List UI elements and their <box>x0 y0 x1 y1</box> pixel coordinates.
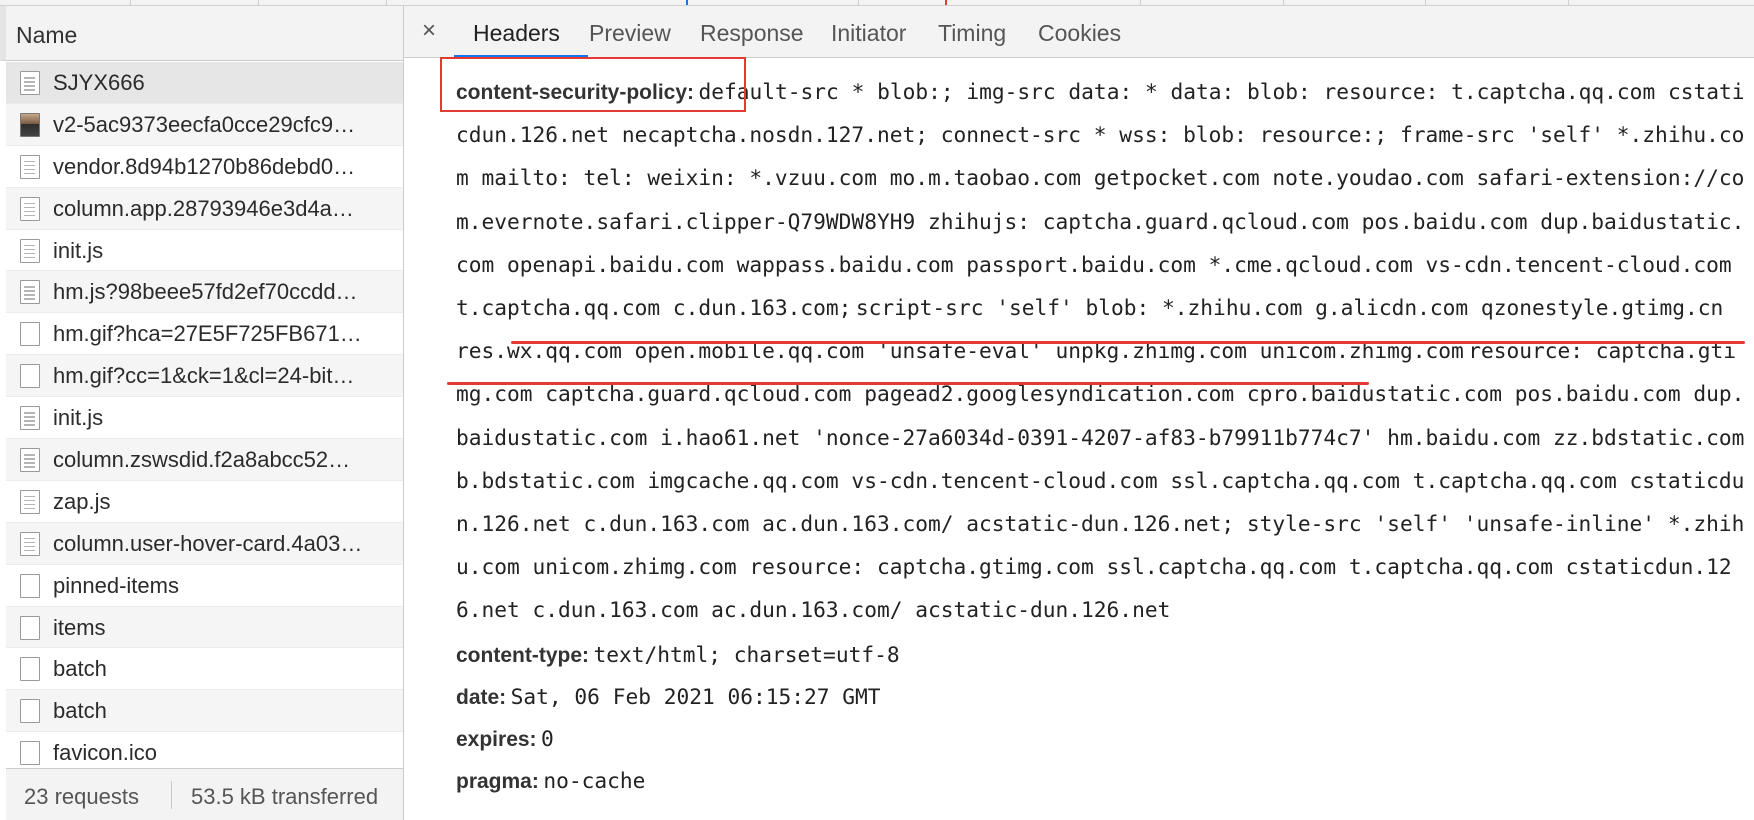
response-headers: content-security-policy: default-src * b… <box>456 72 1746 820</box>
strip-divider <box>858 0 859 5</box>
script-icon <box>20 448 40 473</box>
request-list-panel: Name SJYX666 v2-5ac9373eecfa0cce29cfc9… ve… <box>0 6 404 820</box>
request-name: column.app.28793946e3d4a… <box>53 195 354 221</box>
request-row[interactable]: column.zswsdid.f2a8abcc52… <box>6 439 403 481</box>
header-value: 0 <box>541 725 554 751</box>
request-row[interactable]: vendor.8d94b1270b86debd0… <box>6 146 403 188</box>
request-name: pinned-items <box>53 572 179 598</box>
request-name: init.js <box>53 405 104 431</box>
script-icon <box>20 238 40 263</box>
request-row[interactable]: SJYX666 <box>6 62 403 104</box>
strip-divider <box>1568 0 1569 5</box>
header-value: resource: captcha.gtimg.com captcha.guar… <box>456 338 1745 623</box>
script-icon <box>20 531 40 556</box>
strip-divider <box>386 0 387 5</box>
request-detail-panel: × Headers Preview Response Initiator Tim… <box>404 6 1754 820</box>
request-row[interactable]: column.user-hover-card.4a03… <box>6 522 403 565</box>
request-name: column.user-hover-card.4a03… <box>53 530 363 556</box>
status-divider <box>171 781 172 809</box>
header-name: pragma: <box>456 769 539 793</box>
header-name: date: <box>456 685 507 709</box>
script-icon <box>20 489 40 514</box>
image-thumbnail-icon <box>20 112 40 137</box>
header-value: default-src * blob:; img-src data: * dat… <box>456 79 1745 321</box>
request-name: batch <box>53 656 107 682</box>
transferred-size: 53.5 kB transferred <box>191 784 379 809</box>
strip-divider <box>258 0 259 5</box>
request-row[interactable]: init.js <box>6 230 403 272</box>
status-bar: 23 requests 53.5 kB transferred <box>6 768 403 820</box>
request-count: 23 requests <box>24 784 139 809</box>
blank-file-icon <box>20 615 40 640</box>
name-column-header[interactable]: Name <box>0 6 403 61</box>
request-name: zap.js <box>53 488 111 514</box>
tab-cookies[interactable]: Cookies <box>1038 20 1121 47</box>
header-value: Sat, 06 Feb 2021 06:15:27 GMT <box>510 683 881 709</box>
name-column-label: Name <box>16 22 78 48</box>
request-name: init.js <box>53 237 104 263</box>
strip-divider <box>1425 0 1426 5</box>
request-name: v2-5ac9373eecfa0cce29cfc9… <box>53 111 356 137</box>
script-icon <box>20 280 40 305</box>
request-row[interactable]: v2-5ac9373eecfa0cce29cfc9… <box>6 103 403 146</box>
tab-response[interactable]: Response <box>700 20 804 47</box>
document-icon <box>20 71 40 95</box>
header-pragma: pragma: no-cache <box>456 760 1746 802</box>
tab-initiator[interactable]: Initiator <box>831 20 906 47</box>
request-row[interactable]: favicon.ico <box>6 732 403 768</box>
header-name: content-type: <box>456 643 589 667</box>
request-name: vendor.8d94b1270b86debd0… <box>53 153 356 179</box>
header-value: no-cache <box>543 767 646 793</box>
script-icon <box>20 406 40 431</box>
request-row[interactable]: pinned-items <box>6 565 403 607</box>
header-date: date: Sat, 06 Feb 2021 06:15:27 GMT <box>456 676 1746 718</box>
request-row[interactable]: batch <box>6 690 403 733</box>
request-row[interactable]: hm.gif?hca=27E5F725FB671… <box>6 313 403 356</box>
tab-preview[interactable]: Preview <box>589 20 671 47</box>
request-row[interactable]: items <box>6 606 403 649</box>
active-tab-indicator <box>454 55 588 58</box>
request-name: favicon.ico <box>53 740 157 766</box>
tab-headers[interactable]: Headers <box>473 20 560 47</box>
header-value: text/html; charset=utf-8 <box>593 641 900 667</box>
blank-file-icon <box>20 322 40 347</box>
request-name: batch <box>53 698 107 724</box>
strip-divider <box>1140 0 1141 5</box>
request-row[interactable]: batch <box>6 648 403 691</box>
blank-file-icon <box>20 741 40 766</box>
strip-divider <box>1283 0 1284 5</box>
request-name: hm.js?98beee57fd2ef70ccdd… <box>53 279 358 305</box>
tab-timing[interactable]: Timing <box>938 20 1006 47</box>
header-expires: expires: 0 <box>456 718 1746 760</box>
blank-file-icon <box>20 657 40 682</box>
header-content-security-policy: content-security-policy: default-src * b… <box>456 72 1746 634</box>
request-list: SJYX666 v2-5ac9373eecfa0cce29cfc9… vendor.… <box>6 62 403 768</box>
detail-tab-bar: × Headers Preview Response Initiator Tim… <box>404 6 1754 58</box>
blank-file-icon <box>20 364 40 389</box>
request-name: items <box>53 614 106 640</box>
request-name: SJYX666 <box>53 70 145 95</box>
request-name: column.zswsdid.f2a8abcc52… <box>53 447 351 473</box>
blank-file-icon <box>20 699 40 724</box>
header-content-type: content-type: text/html; charset=utf-8 <box>456 634 1746 676</box>
blank-file-icon <box>20 573 40 598</box>
request-row[interactable]: hm.js?98beee57fd2ef70ccdd… <box>6 271 403 314</box>
request-row[interactable]: init.js <box>6 397 403 440</box>
script-icon <box>20 154 40 179</box>
script-icon <box>20 196 40 221</box>
request-name: hm.gif?cc=1&ck=1&cl=24-bit… <box>53 363 355 389</box>
strip-divider <box>130 0 131 5</box>
header-name: content-security-policy: <box>456 81 695 104</box>
close-icon[interactable]: × <box>422 17 436 45</box>
header-name: expires: <box>456 727 537 751</box>
strip-blue-marker <box>686 0 688 5</box>
strip-red-marker <box>945 0 947 5</box>
request-row[interactable]: zap.js <box>6 481 403 523</box>
request-row[interactable]: hm.gif?cc=1&ck=1&cl=24-bit… <box>6 355 403 398</box>
request-name: hm.gif?hca=27E5F725FB671… <box>53 321 362 347</box>
request-row[interactable]: column.app.28793946e3d4a… <box>6 187 403 230</box>
